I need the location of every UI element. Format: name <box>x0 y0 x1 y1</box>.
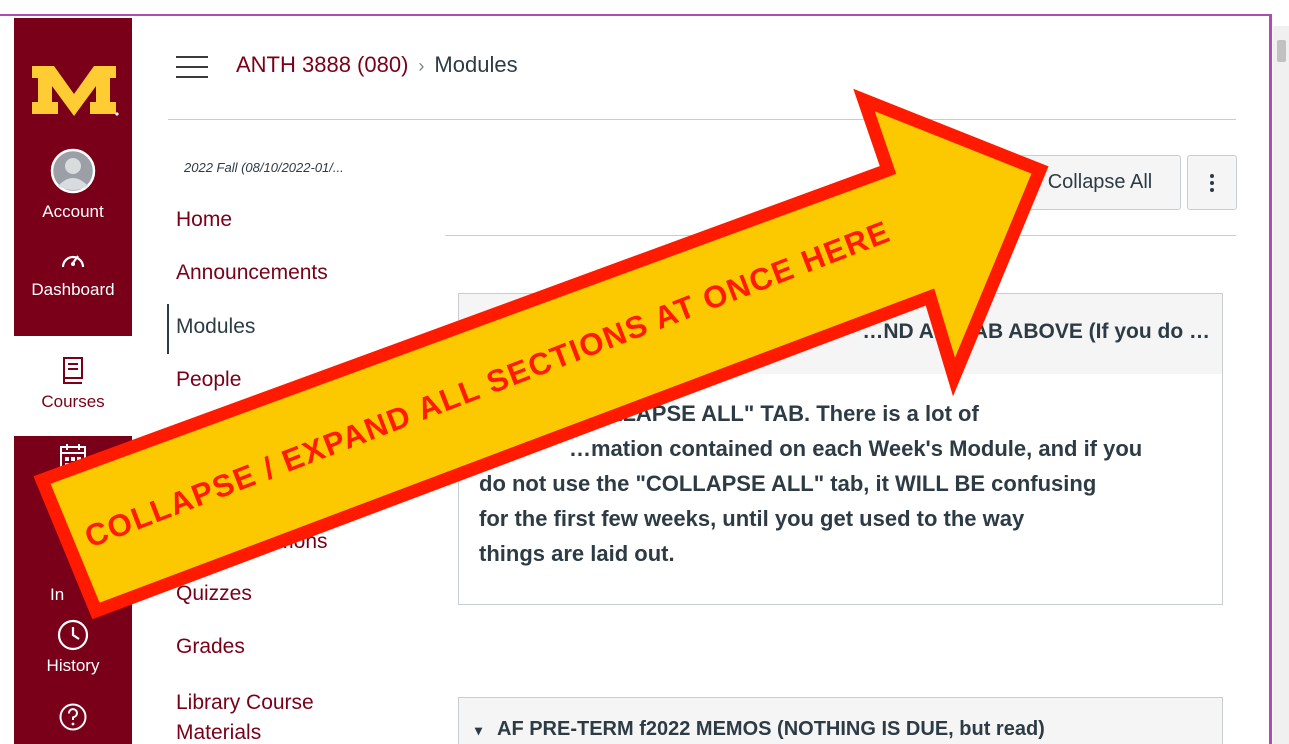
nav-account-label: Account <box>42 202 104 221</box>
breadcrumb: ANTH 3888 (080) › Modules <box>236 52 518 78</box>
dashboard-icon <box>61 255 85 268</box>
nav-dashboard-label: Dashboard <box>31 280 115 299</box>
module-title: AF PRE-TERM f2022 MEMOS (NOTHING IS DUE,… <box>497 718 1045 740</box>
course-term: 2022 Fall (08/10/2022-01/... <box>184 160 344 175</box>
breadcrumb-course-link[interactable]: ANTH 3888 (080) <box>236 52 408 77</box>
active-indicator <box>167 304 169 354</box>
module-content: …LLAPSE ALL" TAB. There is a lot of …mat… <box>458 374 1223 605</box>
course-nav-modules[interactable]: Modules <box>176 315 255 339</box>
frame-right-border <box>1269 14 1272 744</box>
more-options-button[interactable] <box>1187 155 1237 210</box>
course-nav-discussions[interactable]: …ions <box>268 530 328 554</box>
vertical-scrollbar[interactable] <box>1273 26 1289 744</box>
course-nav-home[interactable]: Home <box>176 208 232 232</box>
browser-frame: Account Dashboard Courses In History ANT… <box>0 0 1289 744</box>
nav-dashboard[interactable]: Dashboard <box>14 246 132 336</box>
university-logo-icon[interactable] <box>28 58 120 118</box>
nav-account[interactable]: Account <box>14 148 132 238</box>
history-icon <box>57 619 89 651</box>
global-navigation: Account Dashboard Courses In History <box>14 18 132 744</box>
course-nav-grades[interactable]: Grades <box>176 635 245 659</box>
module-text-line: …mation contained on each Week's Module,… <box>569 436 1143 461</box>
module-header[interactable]: …ND AL… AB ABOVE (If you do … <box>458 293 1223 375</box>
hamburger-menu-icon[interactable] <box>176 56 208 80</box>
nav-courses-label: Courses <box>41 392 105 411</box>
module-text-line: do not use the "COLLAPSE ALL" tab, it WI… <box>479 471 1097 496</box>
nav-help[interactable] <box>14 702 132 742</box>
calendar-icon <box>60 444 86 472</box>
collapse-all-button[interactable]: Collapse All <box>1019 155 1181 210</box>
avatar-icon <box>50 148 96 194</box>
help-icon <box>59 703 87 731</box>
courses-icon <box>63 357 83 384</box>
header-divider <box>168 119 1236 120</box>
module-text-line: things are laid out. <box>479 541 675 566</box>
toolbar-divider <box>445 235 1236 236</box>
breadcrumb-current-page: Modules <box>434 52 518 77</box>
nav-courses[interactable]: Courses <box>14 336 132 436</box>
module-text-line: for the first few weeks, until you get u… <box>479 506 1025 531</box>
course-nav-library-course-materials[interactable]: Library Course Materials <box>176 688 376 744</box>
course-nav-quizzes[interactable]: Quizzes <box>176 582 252 606</box>
module-header[interactable]: ▾ AF PRE-TERM f2022 MEMOS (NOTHING IS DU… <box>458 697 1223 744</box>
frame-top-border <box>0 14 1272 16</box>
nav-calendar[interactable] <box>14 443 132 503</box>
module-title: …ND AL… AB ABOVE (If you do … <box>862 320 1210 343</box>
nav-inbox-partial-label: In <box>50 585 65 604</box>
kebab-icon <box>1210 173 1214 192</box>
caret-down-icon: ▾ <box>475 722 483 738</box>
course-nav-announcements[interactable]: Announcements <box>176 261 328 285</box>
nav-history[interactable]: History <box>14 618 132 688</box>
nav-history-label: History <box>46 656 100 675</box>
course-nav-people[interactable]: People <box>176 368 241 392</box>
breadcrumb-separator: › <box>418 56 425 76</box>
scrollbar-thumb[interactable] <box>1277 40 1286 62</box>
module-text-line: …LLAPSE ALL" TAB. There is a lot of <box>587 401 979 426</box>
